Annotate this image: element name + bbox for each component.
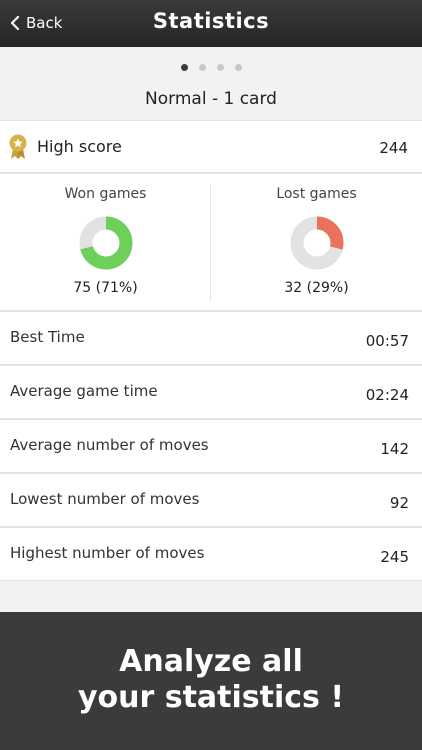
lost-games-value: 32 (29%) xyxy=(284,280,349,296)
award-icon xyxy=(9,134,27,159)
won-games-value: 75 (71%) xyxy=(73,280,138,296)
won-games-panel: Won games 75 (71%) xyxy=(0,174,211,312)
promo-line-2: your statistics ! xyxy=(77,680,345,715)
stat-row-best-time: Best Time 00:57 xyxy=(0,311,422,365)
lost-games-panel: Lost games 32 (29%) xyxy=(211,174,422,312)
stat-row-average-moves: Average number of moves 142 xyxy=(0,419,422,473)
games-summary: Won games 75 (71%) Lost games 32 (29%) xyxy=(0,173,422,311)
promo-line-1: Analyze all xyxy=(119,644,303,679)
high-score-value: 244 xyxy=(379,139,408,157)
stat-label: Best Time xyxy=(10,328,85,346)
stat-value: 142 xyxy=(380,440,409,458)
stat-value: 92 xyxy=(389,494,409,512)
high-score-row: High score 244 xyxy=(0,120,422,173)
page-title: Statistics xyxy=(152,9,270,33)
stat-row-average-game-time: Average game time 02:24 xyxy=(0,365,422,419)
page-dot[interactable] xyxy=(234,64,242,71)
stat-row-lowest-moves: Lowest number of moves 92 xyxy=(0,473,422,527)
page-dot[interactable] xyxy=(180,64,188,71)
high-score-label: High score xyxy=(37,137,122,156)
stat-label: Highest number of moves xyxy=(10,544,205,562)
page-dot[interactable] xyxy=(216,64,224,71)
stat-value: 02:24 xyxy=(365,386,409,404)
lost-games-ring xyxy=(290,216,344,270)
promo-banner: Analyze all your statistics ! xyxy=(0,612,422,750)
navigation-bar: Back Statistics xyxy=(0,0,422,47)
section-title: Normal - 1 card xyxy=(145,89,277,109)
stat-label: Lowest number of moves xyxy=(10,490,200,508)
stat-row-highest-moves: Highest number of moves 245 xyxy=(0,527,422,581)
stat-value: 00:57 xyxy=(365,332,409,350)
won-games-ring xyxy=(79,216,133,270)
stat-label: Average number of moves xyxy=(10,436,209,454)
won-games-title: Won games xyxy=(64,186,147,202)
page-dot[interactable] xyxy=(198,64,206,71)
stat-value: 245 xyxy=(380,548,409,566)
page-indicator[interactable] xyxy=(0,64,422,71)
lost-games-title: Lost games xyxy=(276,186,357,202)
stat-label: Average game time xyxy=(10,382,158,400)
